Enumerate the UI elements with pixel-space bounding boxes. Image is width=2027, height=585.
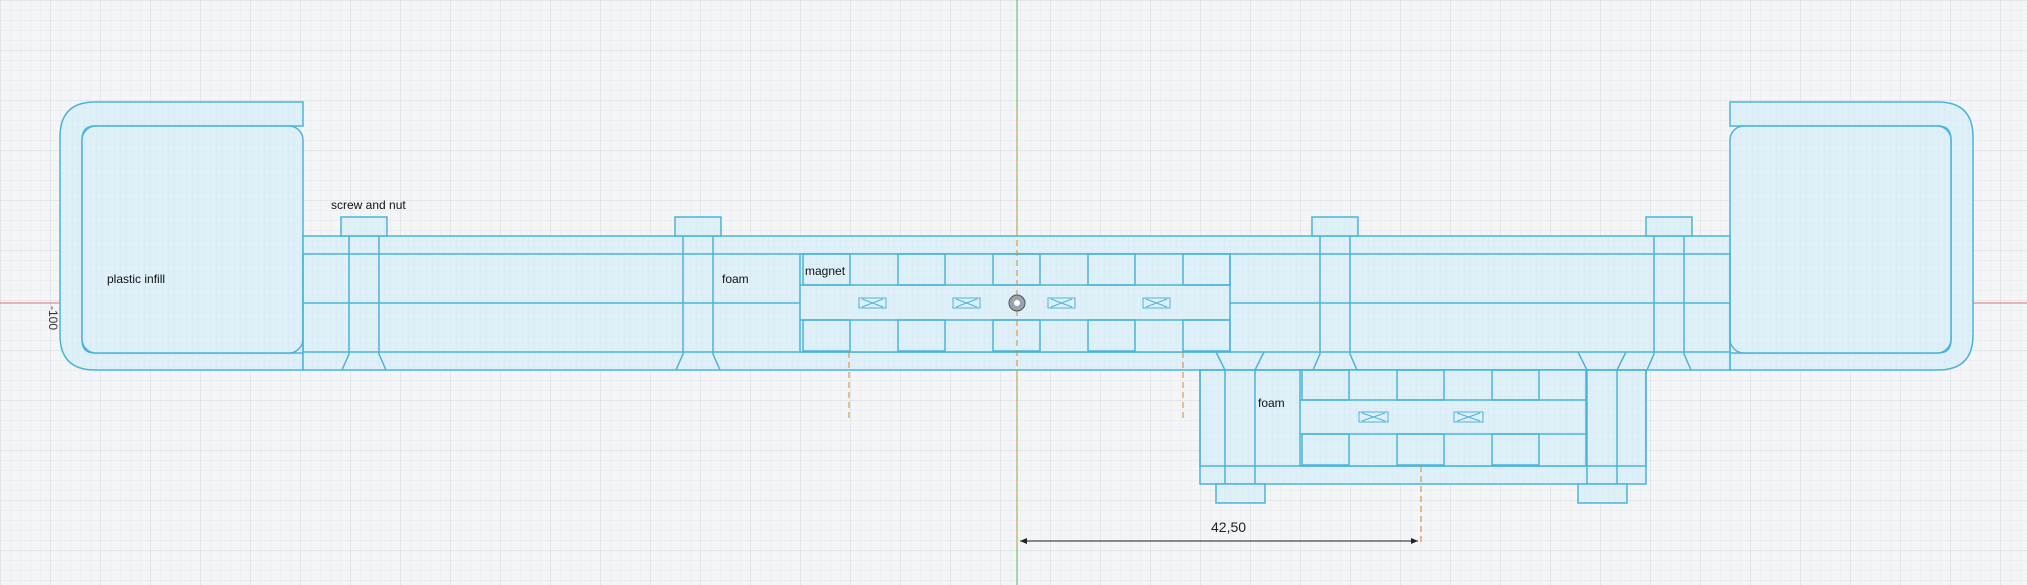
label-foam-lower: foam [1258, 396, 1285, 410]
label-screw-and-nut: screw and nut [331, 198, 406, 212]
left-end-inner [81, 125, 304, 354]
origin-point-icon[interactable] [1008, 294, 1026, 312]
label-magnet: magnet [805, 264, 846, 278]
lower-magnet-housing[interactable] [1299, 369, 1587, 467]
label-foam-main: foam [722, 272, 749, 286]
right-end-inner [1729, 125, 1952, 354]
label-plastic-infill: plastic infill [107, 272, 166, 286]
dimension-value[interactable]: 42,50 [1211, 519, 1246, 535]
axis-marker: -100 [46, 306, 60, 331]
sketch-canvas[interactable] [0, 0, 2027, 585]
